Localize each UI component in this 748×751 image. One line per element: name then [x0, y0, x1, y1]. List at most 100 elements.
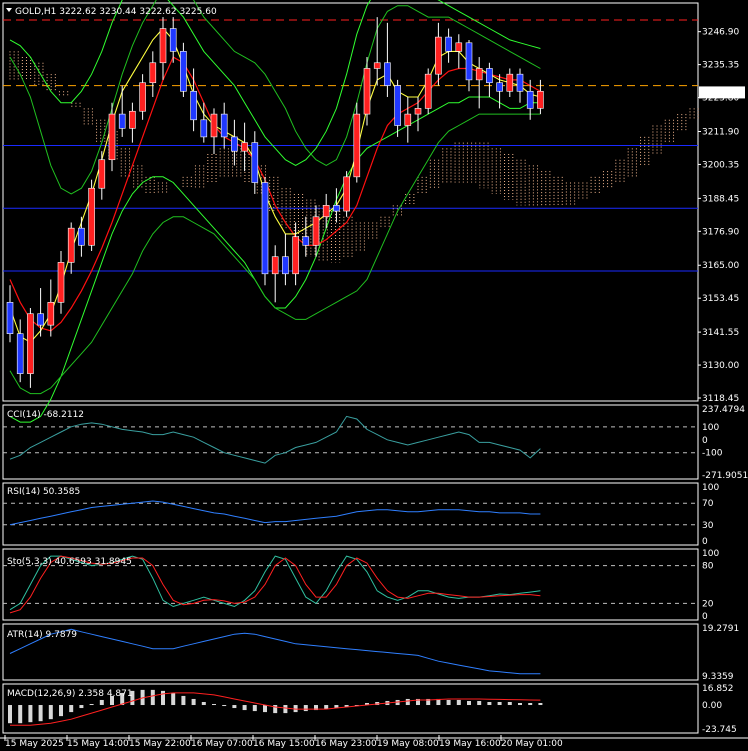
candle-body [496, 82, 503, 92]
macd-histogram-bar [48, 705, 53, 720]
macd-label: MACD(12,26,9) 2.358 4.871 [7, 689, 133, 699]
macd-histogram-bar [528, 702, 533, 706]
y-tick-label: 3200.35 [702, 160, 739, 170]
x-tick-label: 15 May 14:00 [67, 739, 129, 749]
candle-body [200, 119, 208, 138]
candle-body [57, 262, 65, 303]
x-tick-label: 16 May 07:00 [191, 739, 253, 749]
cci-tick-label: 0 [702, 436, 708, 446]
candle-body [220, 113, 228, 138]
rsi-tick-label: 0 [702, 537, 708, 547]
atr-label: ATR(14) 9.7879 [7, 630, 77, 640]
candle-body [302, 236, 310, 246]
x-tick-label: 15 May 2025 [5, 739, 64, 749]
macd-histogram-bar [171, 692, 176, 706]
macd-histogram-bar [191, 698, 196, 706]
candle-body [98, 159, 106, 189]
candle-body [516, 73, 524, 92]
candle-body [108, 113, 116, 161]
chart-title: GOLD,H1 3222.62 3230.44 3222.62 3225.60 [15, 7, 217, 17]
candle-body [241, 142, 248, 152]
x-tick-label: 16 May 23:00 [315, 739, 377, 749]
y-tick-label: 3165.00 [702, 261, 739, 271]
chart-canvas[interactable]: GOLD,H1 3222.62 3230.44 3222.62 3225.60 … [0, 0, 748, 751]
candle-body [394, 85, 401, 126]
candle-body [292, 236, 299, 275]
macd-histogram-bar [518, 702, 522, 706]
candle-body [435, 36, 442, 75]
atr-tick-label: 9.3359 [702, 672, 734, 682]
sto-tick-label: 100 [702, 549, 719, 559]
candle-body [312, 216, 320, 246]
y-tick-label: 3188.45 [702, 194, 739, 204]
candle-body [139, 82, 146, 112]
candle-body [526, 90, 534, 109]
rsi-tick-label: 70 [702, 499, 714, 509]
macd-tick-label: 16.852 [702, 684, 734, 694]
macd-histogram-bar [405, 698, 410, 706]
macd-histogram-bar [79, 705, 84, 709]
x-tick-label: 16 May 15:00 [253, 739, 315, 749]
macd-histogram-bar [507, 701, 512, 706]
candle-body [78, 227, 85, 246]
candle-body [271, 256, 279, 275]
macd-histogram-bar [446, 699, 451, 706]
candle-body [537, 90, 544, 109]
rsi-label: RSI(14) 50.3585 [7, 487, 80, 497]
candle-body [353, 113, 361, 178]
candle-body [149, 62, 157, 84]
rsi-tick-label: 30 [702, 521, 714, 531]
x-tick-label: 19 May 08:00 [377, 739, 439, 749]
candle-body [27, 313, 34, 374]
x-tick-label: 15 May 22:00 [129, 739, 191, 749]
candle-body [424, 73, 432, 109]
y-tick-label: 3246.90 [702, 28, 739, 38]
candle-body [47, 302, 55, 326]
candle-body [322, 205, 330, 218]
candle-body [231, 136, 238, 152]
sto-tick-label: 20 [702, 599, 714, 609]
cci-tick-label: -271.9051 [702, 471, 748, 481]
candle-body [180, 51, 187, 92]
candle-body [445, 36, 452, 52]
y-tick-label: 3118.45 [702, 394, 739, 404]
y-tick-label: 3235.35 [702, 61, 739, 71]
candle-body [129, 110, 136, 129]
candle-body [455, 42, 463, 52]
macd-histogram-bar [456, 699, 461, 706]
candle-body [506, 73, 514, 92]
candle-body [159, 28, 167, 64]
y-tick-label: 3130.00 [702, 361, 739, 371]
candle-body [486, 68, 493, 84]
candle-body [251, 142, 259, 183]
macd-histogram-bar [487, 701, 492, 706]
macd-histogram-bar [222, 705, 227, 707]
cci-tick-label: 237.4794 [702, 405, 745, 415]
macd-histogram-bar [99, 699, 104, 706]
candle-body [343, 176, 350, 212]
candle-body [282, 256, 289, 275]
candle-body [210, 113, 218, 138]
candle-body [6, 302, 14, 334]
macd-histogram-bar [263, 705, 267, 713]
x-tick-label: 19 May 16:00 [439, 739, 501, 749]
candle-body [384, 62, 391, 86]
macd-histogram-bar [161, 690, 165, 706]
macd-tick-label: 0.00 [702, 701, 722, 711]
x-tick-label: 20 May 01:00 [501, 739, 563, 749]
macd-histogram-bar [38, 705, 43, 722]
candle-body [414, 108, 422, 115]
macd-histogram-bar [59, 705, 63, 717]
macd-histogram-bar [18, 705, 23, 724]
candle-body [404, 113, 412, 126]
candle-body [16, 333, 24, 374]
macd-histogram-bar [212, 704, 216, 706]
candle-body [373, 62, 381, 69]
macd-histogram-bar [232, 705, 237, 709]
y-tick-label: 3141.55 [702, 328, 739, 338]
candle-body [67, 227, 75, 263]
macd-histogram-bar [252, 705, 257, 712]
candle-body [169, 28, 177, 52]
macd-histogram-bar [497, 701, 502, 706]
candle-body [88, 187, 95, 246]
